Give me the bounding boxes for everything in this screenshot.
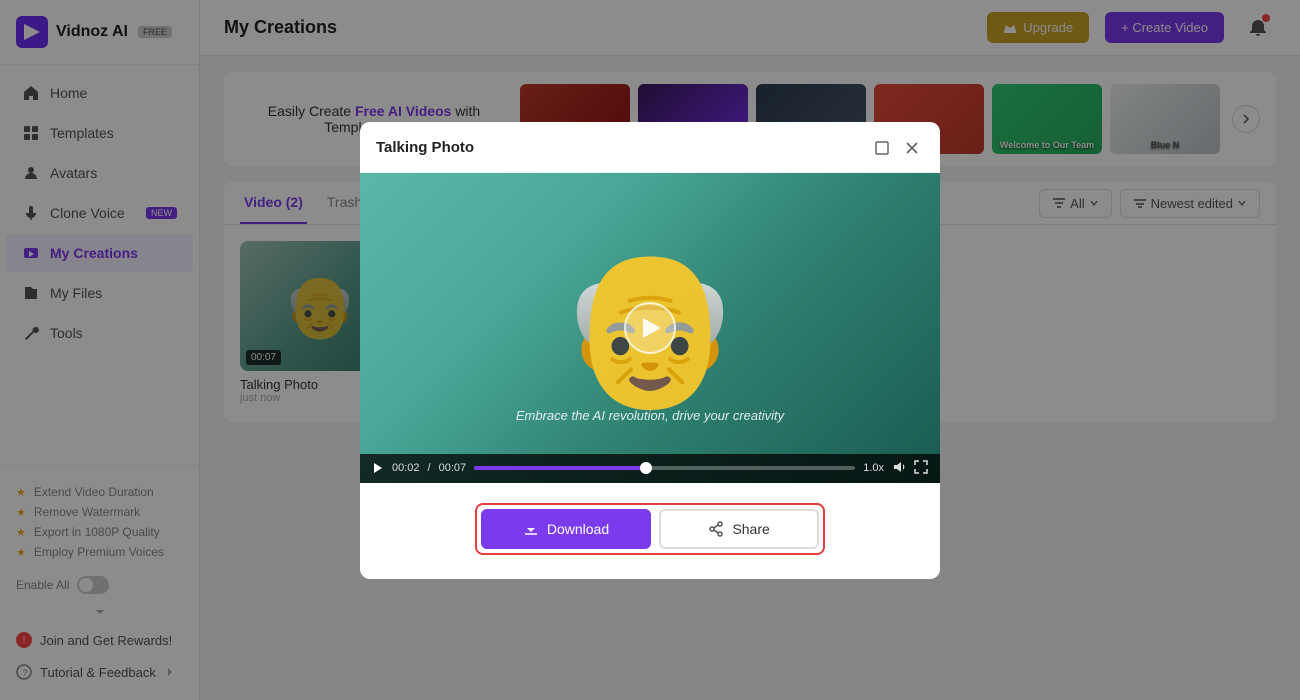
- modal-maximize-button[interactable]: [870, 136, 894, 160]
- progress-thumb[interactable]: [640, 462, 652, 474]
- video-player: 👴 Embrace the AI revolution, drive your …: [360, 173, 940, 483]
- download-button[interactable]: Download: [481, 509, 651, 549]
- progress-bar[interactable]: [474, 466, 855, 470]
- modal-close-button[interactable]: [900, 136, 924, 160]
- modal-header-buttons: [870, 136, 924, 160]
- download-label: Download: [547, 521, 609, 537]
- modal-actions: Download Share: [360, 503, 940, 555]
- volume-icon: [892, 460, 906, 474]
- play-button[interactable]: [624, 302, 676, 354]
- share-button[interactable]: Share: [659, 509, 819, 549]
- speed-button[interactable]: 1.0x: [863, 462, 884, 474]
- share-icon: [708, 521, 724, 537]
- play-triangle-icon: [643, 318, 661, 338]
- progress-fill: [474, 466, 645, 470]
- close-icon: [905, 141, 919, 155]
- fullscreen-button[interactable]: [914, 460, 928, 477]
- share-label: Share: [732, 521, 769, 537]
- modal-header: Talking Photo: [360, 122, 940, 173]
- video-background: 👴 Embrace the AI revolution, drive your …: [360, 173, 940, 483]
- video-controls: 00:02 / 00:07 1.0x: [360, 454, 940, 483]
- download-icon: [523, 521, 539, 537]
- modal-overlay[interactable]: Talking Photo 👴 Embrace the AI revolutio…: [0, 0, 1300, 700]
- time-separator: /: [428, 462, 431, 474]
- volume-button[interactable]: [892, 460, 906, 477]
- fullscreen-icon: [914, 460, 928, 474]
- modal-title: Talking Photo: [376, 139, 870, 156]
- talking-photo-modal: Talking Photo 👴 Embrace the AI revolutio…: [360, 122, 940, 579]
- action-highlight-box: Download Share: [475, 503, 825, 555]
- time-current: 00:02: [392, 462, 420, 474]
- play-icon: [372, 462, 384, 474]
- time-total: 00:07: [439, 462, 467, 474]
- play-pause-button[interactable]: [372, 462, 384, 474]
- maximize-icon: [875, 141, 889, 155]
